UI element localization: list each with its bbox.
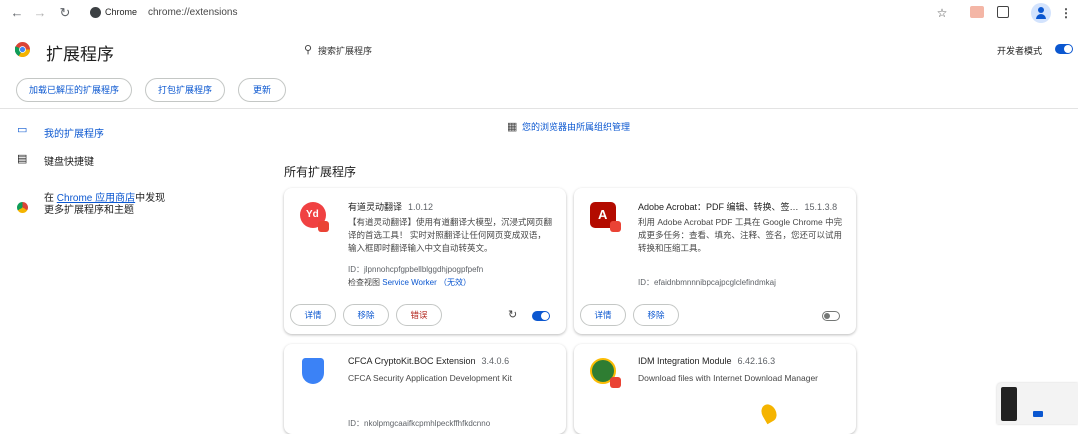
extension-description: 利用 Adobe Acrobat PDF 工具在 Google Chrome 中… — [638, 217, 843, 253]
dev-mode-label: 开发者模式 — [997, 46, 1043, 56]
bookmark-star-icon[interactable]: ☆ — [934, 5, 950, 21]
errors-button[interactable]: 错误 — [396, 304, 442, 326]
store-promo: 在 Chrome 应用商店中发现 更多扩展程序和主题 — [44, 193, 204, 217]
remove-button[interactable]: 移除 — [633, 304, 679, 326]
details-button[interactable]: 详情 — [580, 304, 626, 326]
extension-card-cfca: CFCA CryptoKit.BOC Extension 3.4.0.6 CFCA… — [284, 344, 566, 434]
store-prefix: 在 — [44, 193, 54, 204]
menu-dots-icon[interactable]: ⋮ — [1058, 5, 1074, 21]
extension-version: 6.42.16.3 — [737, 356, 776, 366]
section-title: 所有扩展程序 — [284, 165, 357, 179]
details-button[interactable]: 详情 — [290, 304, 336, 326]
extension-name: IDM Integration Module 6.42.16.3 — [638, 356, 776, 366]
address-bar[interactable]: chrome://extensions — [148, 7, 238, 18]
reload-icon[interactable]: ↻ — [56, 4, 74, 22]
chrome-site-icon — [90, 7, 101, 18]
store-suffix: 中发现 — [135, 193, 166, 204]
chrome-store-icon — [17, 202, 28, 213]
sidebar-item-shortcuts[interactable]: 键盘快捷键 — [44, 153, 94, 168]
extension-version: 3.4.0.6 — [481, 356, 510, 366]
managed-notice[interactable]: 您的浏览器由所属组织管理 — [522, 120, 630, 133]
back-icon[interactable]: ← — [8, 4, 26, 22]
browser-toolbar: ← → ↻ Chrome chrome://extensions ☆ ⋮ — [0, 0, 1078, 26]
badge-icon — [318, 221, 329, 232]
pack-extension-button[interactable]: 打包扩展程序 — [145, 78, 225, 102]
page-title: 扩展程序 — [46, 45, 114, 64]
enable-toggle[interactable] — [532, 311, 550, 321]
badge-icon — [610, 221, 621, 232]
extension-id: ID：efaidnbmnnnibpcajpcglclefindmkaj — [638, 278, 776, 287]
widget-blue-icon — [1033, 411, 1043, 417]
extension-toolbar-icon[interactable] — [970, 6, 984, 18]
dev-mode-toggle[interactable] — [1055, 44, 1073, 54]
extension-name: Adobe Acrobat：PDF 编辑、转换、签… 15.1.3.8 — [638, 202, 838, 212]
badge-icon — [610, 377, 621, 388]
extension-card-youdao: Yd 有道灵动翻译 1.0.12 【有道灵动翻译】使用有道翻译大模型，沉浸式网页翻… — [284, 188, 566, 334]
chrome-logo-icon — [14, 42, 30, 57]
search-input[interactable]: 搜索扩展程序 — [318, 44, 372, 57]
widget-dark-icon — [1001, 387, 1017, 421]
enable-toggle[interactable] — [822, 311, 840, 321]
sidebar-item-my-extensions[interactable]: 我的扩展程序 — [44, 125, 104, 140]
extension-name: CFCA CryptoKit.BOC Extension 3.4.0.6 — [348, 356, 510, 366]
inspect-views: 检查视图 Service Worker （无效） — [348, 278, 471, 287]
extension-id: ID：jlpnnohcpfgpbellblggdhjpogpfpefn — [348, 265, 484, 274]
extension-description: 【有道灵动翻译】使用有道翻译大模型，沉浸式网页翻译的首选工具！ 实时对照翻译让任… — [348, 217, 553, 253]
reload-icon[interactable]: ↻ — [508, 308, 517, 321]
header-divider — [0, 108, 1078, 109]
extension-card-adobe: A Adobe Acrobat：PDF 编辑、转换、签… 15.1.3.8 利用 … — [574, 188, 856, 334]
site-label: Chrome — [105, 7, 138, 17]
search-icon[interactable]: ⚲ — [304, 43, 312, 56]
shield-icon — [302, 358, 324, 384]
forward-icon[interactable]: → — [31, 4, 49, 22]
avatar-body-icon — [1036, 14, 1046, 19]
store-link[interactable]: Chrome 应用商店 — [57, 193, 135, 204]
extension-description: CFCA Security Application Development Ki… — [348, 373, 512, 383]
avatar-head-icon — [1038, 7, 1044, 13]
leaf-icon — [758, 401, 780, 425]
floating-widget[interactable] — [997, 383, 1078, 424]
extension-description: Download files with Internet Download Ma… — [638, 373, 819, 383]
profile-avatar[interactable] — [1031, 3, 1051, 23]
keyboard-icon: ▤ — [17, 153, 28, 165]
building-icon: ▦ — [507, 121, 518, 133]
service-worker-link[interactable]: Service Worker （无效） — [382, 278, 471, 287]
puzzle-icon[interactable] — [997, 6, 1009, 18]
extension-version: 1.0.12 — [408, 202, 434, 212]
extension-version: 15.1.3.8 — [804, 202, 838, 212]
extension-card-idm: IDM Integration Module 6.42.16.3 Download… — [574, 344, 856, 434]
update-button[interactable]: 更新 — [238, 78, 286, 102]
puzzle-icon: ▭ — [17, 124, 28, 136]
extension-name: 有道灵动翻译 1.0.12 — [348, 202, 434, 212]
remove-button[interactable]: 移除 — [343, 304, 389, 326]
load-unpacked-button[interactable]: 加载已解压的扩展程序 — [16, 78, 132, 102]
store-line2: 更多扩展程序和主题 — [44, 205, 134, 216]
